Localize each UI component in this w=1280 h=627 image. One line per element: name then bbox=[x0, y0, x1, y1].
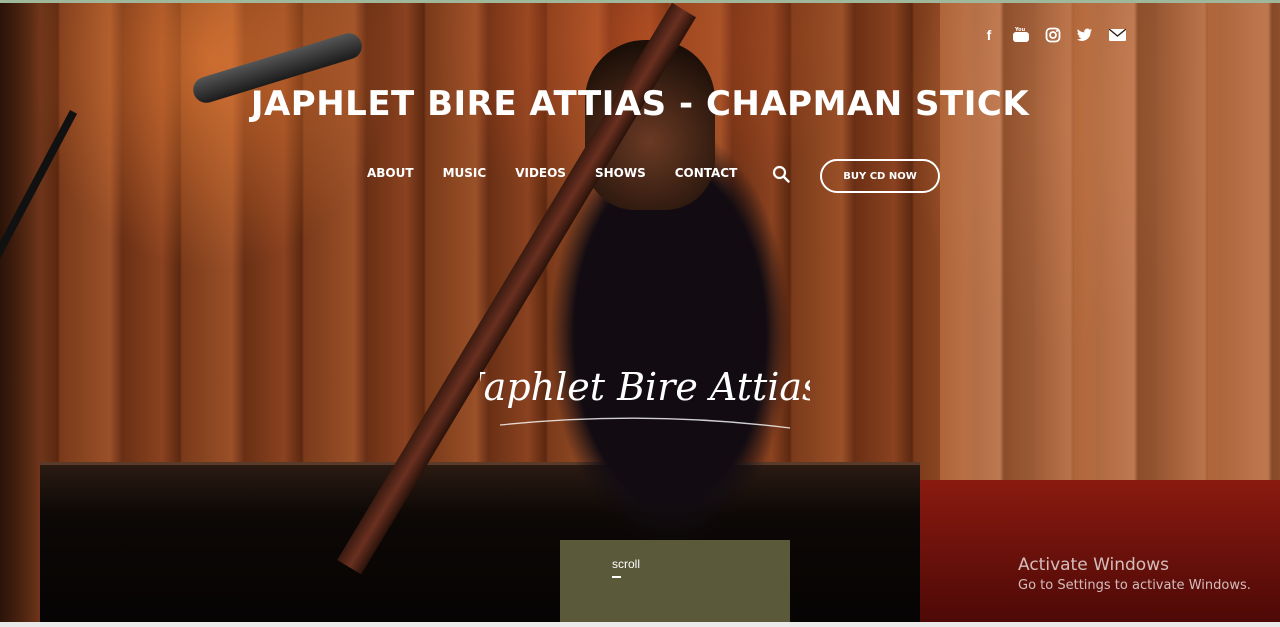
top-accent-line bbox=[0, 0, 1280, 3]
twitter-icon[interactable] bbox=[1076, 26, 1094, 44]
activate-windows-watermark: Activate Windows Go to Settings to activ… bbox=[1018, 555, 1251, 593]
site-title: JAPHLET BIRE ATTIAS - CHAPMAN STICK bbox=[250, 84, 1030, 124]
scroll-line bbox=[612, 576, 621, 578]
youtube-icon[interactable]: You bbox=[1012, 26, 1030, 44]
nav-shows[interactable]: SHOWS bbox=[595, 166, 646, 180]
svg-text:You: You bbox=[1014, 27, 1026, 33]
buy-cd-button[interactable]: BUY CD NOW bbox=[820, 159, 940, 193]
scroll-indicator[interactable]: scroll bbox=[612, 557, 640, 571]
main-nav: ABOUT MUSIC VIDEOS SHOWS CONTACT bbox=[367, 166, 766, 180]
performer-pants bbox=[560, 540, 790, 627]
nav-contact[interactable]: CONTACT bbox=[675, 166, 738, 180]
wood-wall bbox=[940, 0, 1280, 500]
logo-script-text: Japhlet Bire Attias bbox=[480, 365, 810, 409]
nav-about[interactable]: ABOUT bbox=[367, 166, 414, 180]
social-links: f You bbox=[980, 26, 1126, 44]
facebook-icon[interactable]: f bbox=[980, 26, 998, 44]
artist-logo: Japhlet Bire Attias bbox=[461, 330, 822, 440]
activate-subtitle: Go to Settings to activate Windows. bbox=[1018, 578, 1251, 593]
activate-title: Activate Windows bbox=[1018, 555, 1169, 575]
search-icon[interactable] bbox=[772, 165, 790, 183]
instagram-icon[interactable] bbox=[1044, 26, 1062, 44]
bottom-bar bbox=[0, 622, 1280, 627]
red-sofa bbox=[900, 480, 1280, 627]
nav-videos[interactable]: VIDEOS bbox=[515, 166, 566, 180]
email-icon[interactable] bbox=[1108, 26, 1126, 44]
nav-music[interactable]: MUSIC bbox=[443, 166, 487, 180]
